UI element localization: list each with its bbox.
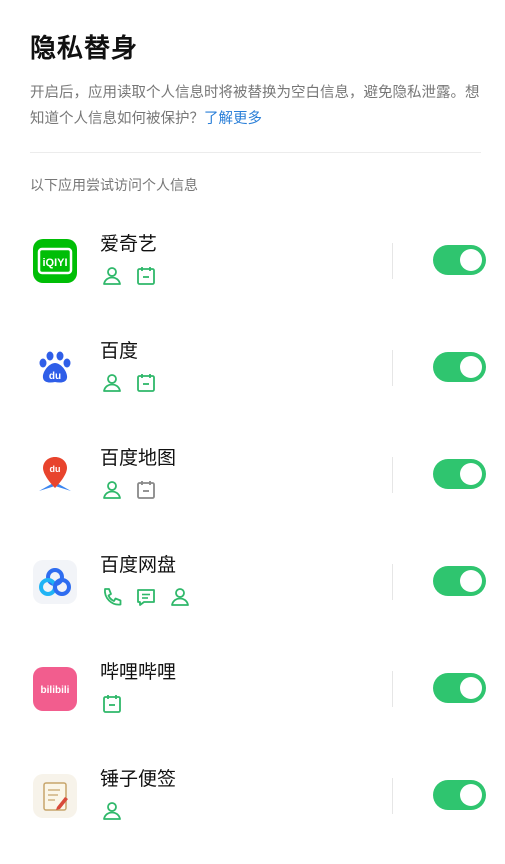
app-name: 锤子便签 [100, 768, 177, 790]
learn-more-link[interactable]: 了解更多 [204, 111, 262, 127]
toggle-knob [460, 249, 482, 271]
iqiyi-app-icon: iQIYI [33, 239, 77, 283]
privacy-toggle[interactable] [433, 352, 486, 382]
section-label: 以下应用尝试访问个人信息 [30, 178, 198, 194]
separator [392, 243, 393, 279]
contact-icon [101, 372, 123, 394]
permission-icons [101, 586, 191, 608]
privacy-toggle[interactable] [433, 459, 486, 489]
app-row: 百度网盘 [0, 544, 505, 650]
app-row: du 百度地图 [0, 437, 505, 543]
privacy-toggle[interactable] [433, 780, 486, 810]
permission-icons [101, 693, 123, 715]
app-row: 锤子便签 [0, 758, 505, 864]
contact-icon [101, 800, 123, 822]
calendar-icon [135, 265, 157, 287]
privacy-toggle[interactable] [433, 245, 486, 275]
baidu-map-app-icon: du [33, 453, 77, 497]
app-row: bilibili 哔哩哔哩 [0, 651, 505, 757]
app-name: 百度 [100, 340, 139, 362]
calendar-icon [101, 693, 123, 715]
svg-text:bilibili: bilibili [41, 685, 70, 696]
baidu-app-icon: du [33, 346, 77, 390]
privacy-substitute-page: 隐私替身 开启后，应用读取个人信息时将被替换为空白信息，避免隐私泄露。想知道个人… [0, 0, 505, 845]
calendar-icon [135, 372, 157, 394]
toggle-knob [460, 356, 482, 378]
privacy-toggle[interactable] [433, 673, 486, 703]
toggle-knob [460, 570, 482, 592]
separator [392, 778, 393, 814]
app-name: 百度网盘 [100, 554, 177, 576]
phone-icon [101, 586, 123, 608]
permission-icons [101, 479, 157, 501]
smartisan-notes-app-icon [33, 774, 77, 818]
separator [392, 671, 393, 707]
app-row: iQIYI 爱奇艺 [0, 223, 505, 329]
toggle-knob [460, 463, 482, 485]
app-name: 爱奇艺 [100, 233, 158, 255]
toggle-knob [460, 677, 482, 699]
svg-text:iQIYI: iQIYI [42, 257, 67, 269]
separator [392, 564, 393, 600]
contact-icon [169, 586, 191, 608]
svg-text:du: du [49, 371, 61, 382]
permission-icons [101, 800, 123, 822]
separator [392, 350, 393, 386]
baidu-netdisk-app-icon [33, 560, 77, 604]
toggle-knob [460, 784, 482, 806]
permission-icons [101, 265, 157, 287]
divider [30, 152, 481, 153]
page-description: 开启后，应用读取个人信息时将被替换为空白信息，避免隐私泄露。想知道个人信息如何被… [30, 80, 485, 132]
app-name: 百度地图 [100, 447, 177, 469]
app-row: du 百度 [0, 330, 505, 436]
calendar-icon [135, 479, 157, 501]
permission-icons [101, 372, 157, 394]
contact-icon [101, 479, 123, 501]
contact-icon [101, 265, 123, 287]
bilibili-app-icon: bilibili [33, 667, 77, 711]
page-title: 隐私替身 [30, 34, 139, 64]
app-name: 哔哩哔哩 [100, 661, 177, 683]
svg-text:du: du [50, 464, 61, 474]
privacy-toggle[interactable] [433, 566, 486, 596]
message-icon [135, 586, 157, 608]
separator [392, 457, 393, 493]
